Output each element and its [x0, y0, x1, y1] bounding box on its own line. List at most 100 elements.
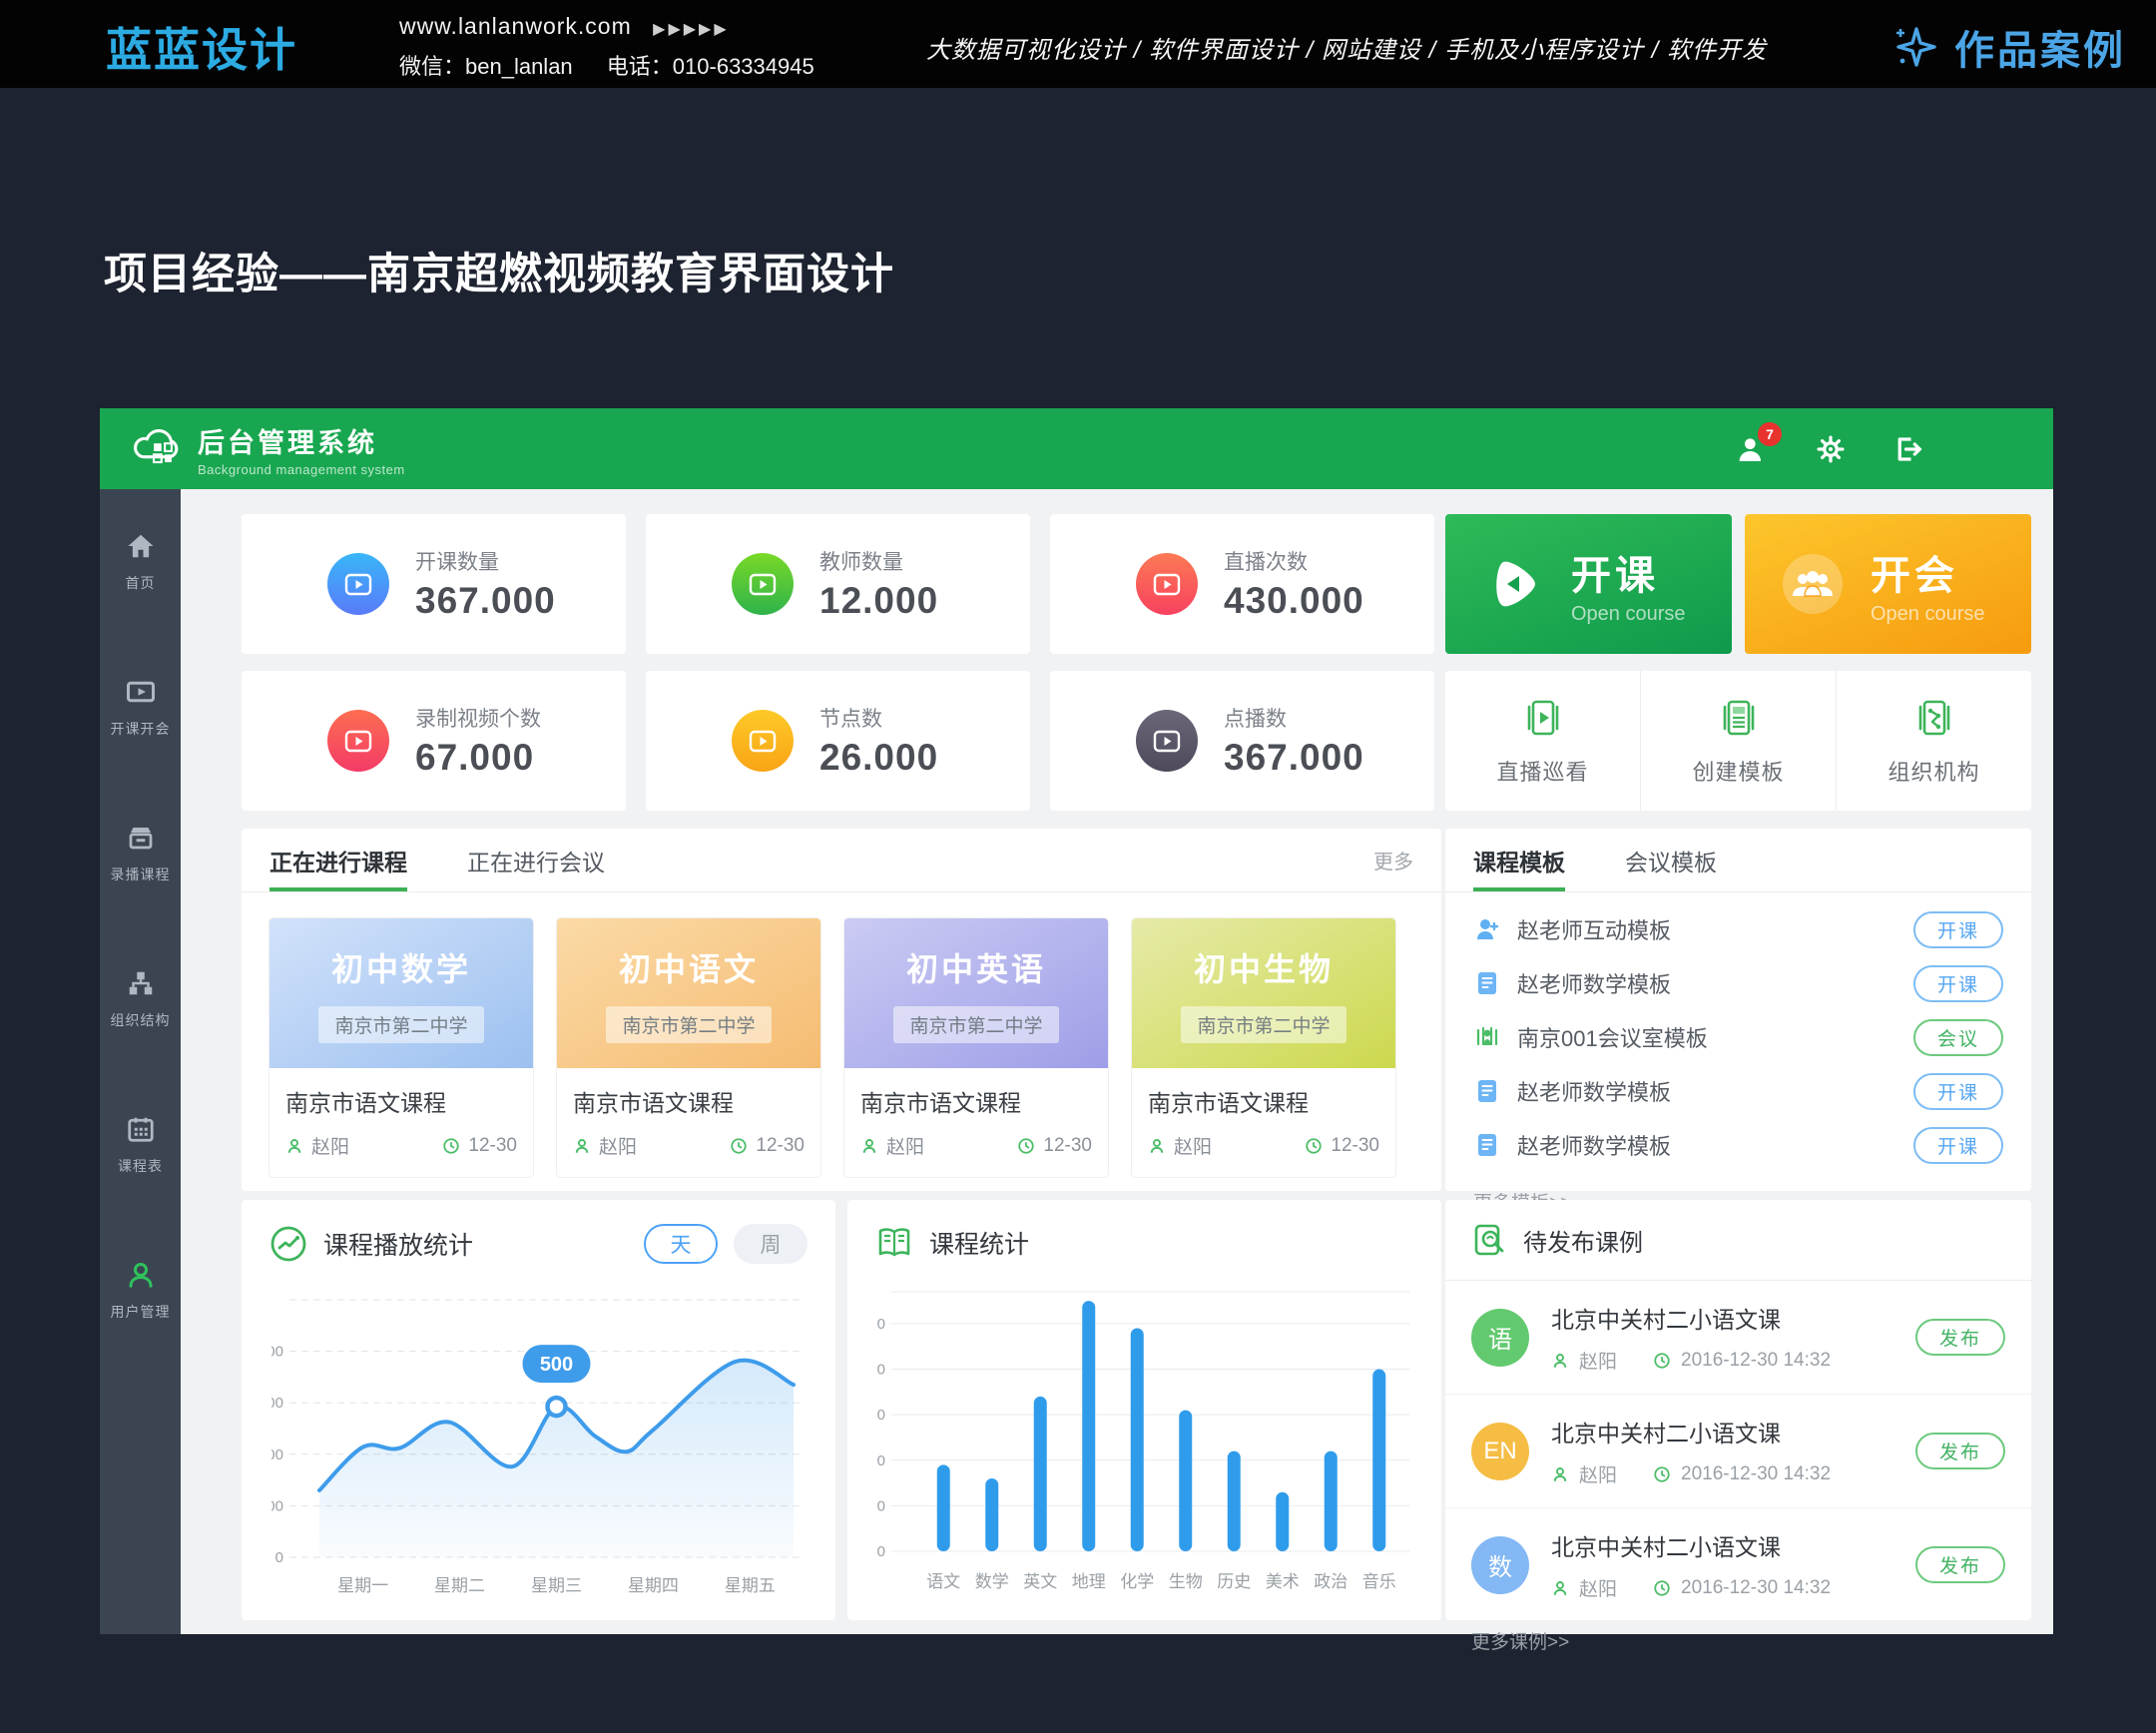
template-row[interactable]: 赵老师数学模板 开课 [1473, 1064, 2003, 1118]
template-name: 赵老师互动模板 [1517, 913, 1671, 945]
sidebar-item-open-class[interactable]: 开课开会 [100, 635, 181, 781]
stat-value: 26.000 [819, 737, 938, 779]
trend-circle-icon [270, 1225, 307, 1263]
stat-card-nodes: 节点数 26.000 [646, 671, 1030, 811]
stat-label: 教师数量 [819, 546, 938, 576]
play-statistics-panel: 课程播放统计 天 周 02004006001000星期一星期二星期三星期四星期五… [242, 1200, 835, 1620]
course-school-badge: 南京市第二中学 [318, 1006, 483, 1043]
play-circle-icon [327, 553, 389, 615]
tab-meeting-templates[interactable]: 会议模板 [1625, 829, 1717, 891]
y-tick-label: 1000 [271, 1344, 283, 1361]
sidebar-item-org-structure[interactable]: 组织结构 [100, 926, 181, 1072]
template-row[interactable]: 赵老师互动模板 开课 [1473, 902, 2003, 956]
course-card-biology[interactable]: 初中生物 南京市第二中学 南京市语文课程 赵阳 12-30 [1132, 918, 1395, 1177]
sidebar-item-home[interactable]: 首页 [100, 489, 181, 635]
logout-icon [1893, 434, 1923, 464]
person-icon [1551, 1465, 1569, 1483]
logout-button[interactable] [1891, 432, 1925, 466]
course-teacher: 赵阳 [1174, 1132, 1212, 1159]
publish-pill[interactable]: 发布 [1915, 1546, 2005, 1583]
org-chart-icon [126, 968, 156, 998]
play-circle-icon [1136, 710, 1198, 772]
course-teacher: 赵阳 [599, 1132, 637, 1159]
page: 蓝蓝设计 www.lanlanwork.com ▶▶▶▶▶ 微信：ben_lan… [0, 0, 2156, 1733]
open-meeting-button[interactable]: 开会 Open course [1745, 514, 2031, 654]
create-template-button[interactable]: 创建模板 [1640, 671, 1836, 811]
x-tick-label: 语文 [926, 1572, 960, 1591]
website-link[interactable]: www.lanlanwork.com [399, 13, 632, 39]
stat-label: 录制视频个数 [415, 703, 541, 733]
tab-course-templates[interactable]: 课程模板 [1473, 829, 1565, 891]
x-tick-label: 星期四 [628, 1576, 679, 1595]
calendar-icon [126, 1114, 156, 1144]
open-course-pill[interactable]: 开课 [1913, 911, 2003, 948]
template-row[interactable]: 赵老师数学模板 开课 [1473, 956, 2003, 1010]
clock-icon [1305, 1137, 1323, 1155]
person-icon [1551, 1579, 1569, 1597]
publish-pill[interactable]: 发布 [1915, 1319, 2005, 1356]
tab-ongoing-meetings[interactable]: 正在进行会议 [467, 829, 605, 891]
x-tick-label: 星期五 [725, 1576, 776, 1595]
course-name: 南京市语文课程 [860, 1084, 1092, 1118]
toggle-week[interactable]: 周 [734, 1224, 808, 1264]
bar-政治 [1325, 1451, 1338, 1551]
y-tick-label: 30 [877, 1407, 885, 1424]
pending-lesson-row[interactable]: EN 北京中关村二小语文课 赵阳 2016-12-30 14:32 发布 [1445, 1394, 2031, 1507]
bar-历史 [1228, 1451, 1241, 1551]
tab-ongoing-courses[interactable]: 正在进行课程 [270, 829, 407, 891]
settings-button[interactable] [1814, 432, 1848, 466]
sidebar-item-label: 用户管理 [111, 1302, 171, 1322]
y-tick-label: 10 [877, 1497, 885, 1514]
notifications-button[interactable]: 7 [1736, 432, 1770, 466]
portfolio-link[interactable]: 作品案例 [1888, 18, 2126, 76]
meeting-pill[interactable]: 会议 [1913, 1019, 2003, 1056]
course-time: 12-30 [1043, 1135, 1092, 1157]
user-add-icon [1473, 915, 1501, 943]
pending-datetime: 2016-12-30 14:32 [1681, 1577, 1831, 1599]
gear-icon [1816, 434, 1846, 464]
pending-lesson-row[interactable]: 语 北京中关村二小语文课 赵阳 2016-12-30 14:32 发布 [1445, 1281, 2031, 1394]
sidebar-item-timetable[interactable]: 课程表 [100, 1072, 181, 1218]
course-card-header: 初中英语 南京市第二中学 [844, 918, 1108, 1068]
course-card-math[interactable]: 初中数学 南京市第二中学 南京市语文课程 赵阳 12-30 [270, 918, 533, 1177]
course-statistics-bar-chart: 01020304050语文数学英文地理化学生物历史美术政治音乐 [877, 1272, 1411, 1601]
subject-avatar: EN [1471, 1423, 1529, 1480]
course-card-chinese[interactable]: 初中语文 南京市第二中学 南京市语文课程 赵阳 12-30 [557, 918, 820, 1177]
sidebar-item-recorded-courses[interactable]: 录播课程 [100, 781, 181, 926]
open-course-pill[interactable]: 开课 [1913, 1073, 2003, 1110]
course-card-english[interactable]: 初中英语 南京市第二中学 南京市语文课程 赵阳 12-30 [844, 918, 1108, 1177]
video-icon [126, 677, 156, 707]
toggle-day[interactable]: 天 [644, 1224, 718, 1264]
live-patrol-button[interactable]: 直播巡看 [1445, 671, 1640, 811]
template-row[interactable]: 南京001会议室模板 会议 [1473, 1010, 2003, 1064]
open-meeting-sublabel: Open course [1871, 603, 1985, 626]
play-circle-icon [732, 553, 794, 615]
template-name: 赵老师数学模板 [1517, 1129, 1671, 1161]
x-tick-label: 星期二 [434, 1576, 485, 1595]
course-card-header: 初中数学 南京市第二中学 [270, 918, 533, 1068]
template-row[interactable]: 赵老师数学模板 开课 [1473, 1118, 2003, 1172]
subject-avatar: 语 [1471, 1309, 1529, 1367]
stat-value: 12.000 [819, 580, 938, 622]
dashboard-content: 开课数量 367.000 教师数量 12.000 直播次数 430.000 [181, 489, 2053, 1634]
open-course-pill[interactable]: 开课 [1913, 1127, 2003, 1164]
course-subject: 初中英语 [906, 944, 1046, 990]
y-tick-label: 400 [271, 1446, 283, 1463]
more-lessons-link[interactable]: 更多课例>> [1445, 1621, 2031, 1654]
open-course-pill[interactable]: 开课 [1913, 965, 2003, 1002]
meeting-room-icon [1473, 1023, 1501, 1051]
sidebar-item-label: 首页 [126, 573, 156, 593]
document-icon [1473, 1131, 1501, 1159]
pending-lesson-row[interactable]: 数 北京中关村二小语文课 赵阳 2016-12-30 14:32 发布 [1445, 1507, 2031, 1621]
sidebar-item-user-management[interactable]: 用户管理 [100, 1218, 181, 1364]
sidebar-item-label: 开课开会 [111, 719, 171, 739]
subject-avatar: 数 [1471, 1536, 1529, 1594]
pending-lesson-name: 北京中关村二小语文课 [1551, 1415, 1831, 1448]
open-course-button[interactable]: 开课 Open course [1445, 514, 1732, 654]
brand-logo[interactable]: 蓝蓝设计 [34, 14, 297, 80]
organization-button[interactable]: 组织机构 [1836, 671, 2031, 811]
course-statistics-title: 课程统计 [929, 1225, 1029, 1261]
publish-pill[interactable]: 发布 [1915, 1433, 2005, 1469]
quick-link-label: 直播巡看 [1496, 755, 1588, 787]
more-courses-link[interactable]: 更多 [1373, 846, 1413, 874]
